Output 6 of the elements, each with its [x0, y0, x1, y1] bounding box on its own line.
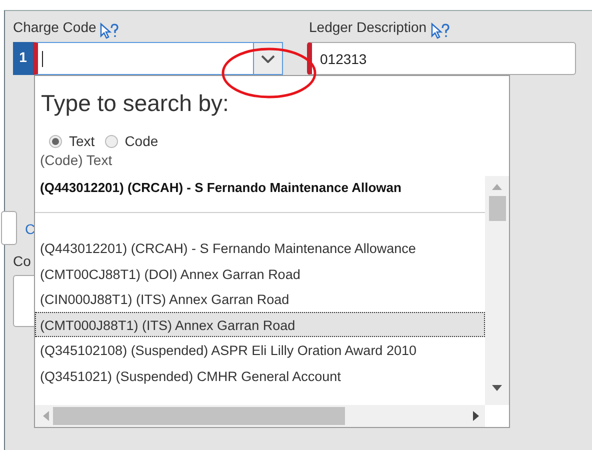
field-label: Charge Code [13, 19, 96, 35]
line-number-badge: 1 [13, 42, 33, 75]
field-label: Co [13, 253, 31, 269]
field-label: Ledger Description [309, 19, 427, 35]
format-hint: (Code) Text [39, 151, 114, 170]
dropdown-heading: Type to search by: [40, 89, 230, 118]
